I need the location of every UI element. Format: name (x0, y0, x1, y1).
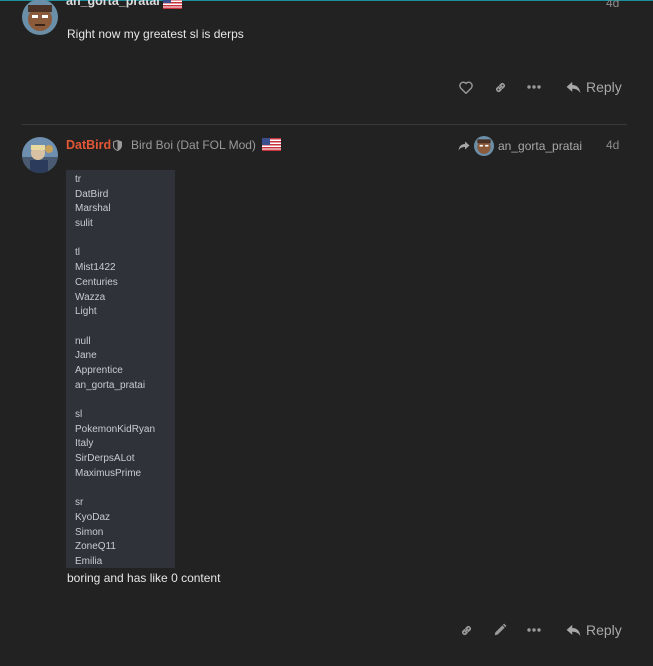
code-line: Emilia (75, 555, 103, 567)
code-line: ZoneQ11 (75, 541, 116, 553)
reply-icon (566, 81, 581, 93)
ellipsis-icon (527, 628, 541, 632)
code-line: Wazza (75, 291, 106, 303)
code-line: sulit (75, 218, 93, 230)
post-divider (22, 124, 627, 125)
code-line: tr (75, 174, 82, 185)
copy-link-button[interactable] (457, 622, 475, 638)
reply-icon (566, 624, 581, 636)
code-line: Light (75, 306, 97, 318)
reply-to-username: an_gorta_pratai (498, 139, 583, 153)
pencil-icon (494, 623, 507, 636)
avatar[interactable] (22, 137, 58, 173)
code-line: PokemonKidRyan (75, 423, 156, 435)
code-line: Jane (75, 350, 97, 362)
post-body-text: Right now my greatest sl is derps (67, 27, 244, 41)
code-block: tr DatBird Marshal sulit tl Mist1422 Centuries… (66, 170, 175, 568)
us-flag-icon (163, 0, 182, 9)
code-line: an_gorta_pratai (75, 379, 146, 391)
more-actions-button[interactable] (525, 80, 543, 94)
ellipsis-icon (527, 85, 541, 89)
code-line: SirDerpsALot (75, 453, 135, 465)
avatar[interactable] (22, 0, 58, 35)
link-icon (461, 625, 471, 635)
link-icon (495, 82, 505, 92)
code-line: sr (75, 497, 84, 509)
post-age[interactable]: 4d (606, 0, 619, 10)
code-line: Mist1422 (75, 262, 116, 274)
us-flag-icon (262, 138, 281, 151)
heart-icon (459, 81, 473, 94)
edit-button[interactable] (491, 622, 509, 638)
reply-to-tab[interactable]: an_gorta_pratai (458, 136, 582, 156)
code-line: Centuries (75, 276, 118, 288)
user-title: Bird Boi (Dat FOL Mod) (131, 138, 256, 152)
code-line: Apprentice (75, 364, 123, 376)
post-age[interactable]: 4d (606, 138, 619, 152)
share-arrow-icon (458, 141, 470, 151)
copy-link-button[interactable] (491, 79, 509, 95)
post-username[interactable]: DatBird (66, 138, 111, 152)
reply-to-avatar (474, 136, 494, 156)
code-line: DatBird (75, 188, 109, 200)
code-line: Simon (75, 526, 104, 538)
reply-button[interactable]: Reply (566, 622, 622, 638)
code-line: KyoDaz (75, 511, 111, 523)
code-line: tl (75, 247, 80, 259)
code-line: sl (75, 409, 83, 420)
reply-label: Reply (586, 622, 622, 638)
code-line: Marshal (75, 203, 111, 215)
code-line: Italy (75, 438, 94, 450)
more-actions-button[interactable] (525, 623, 543, 637)
reply-button[interactable]: Reply (566, 79, 622, 95)
moderator-shield-icon (113, 140, 122, 151)
like-button[interactable] (457, 79, 475, 95)
post-username[interactable]: an_gorta_pratai (66, 0, 160, 8)
code-line: null (75, 335, 91, 347)
post-body-text: boring and has like 0 content (67, 571, 221, 585)
reply-label: Reply (586, 79, 622, 95)
code-line: MaximusPrime (75, 467, 142, 479)
